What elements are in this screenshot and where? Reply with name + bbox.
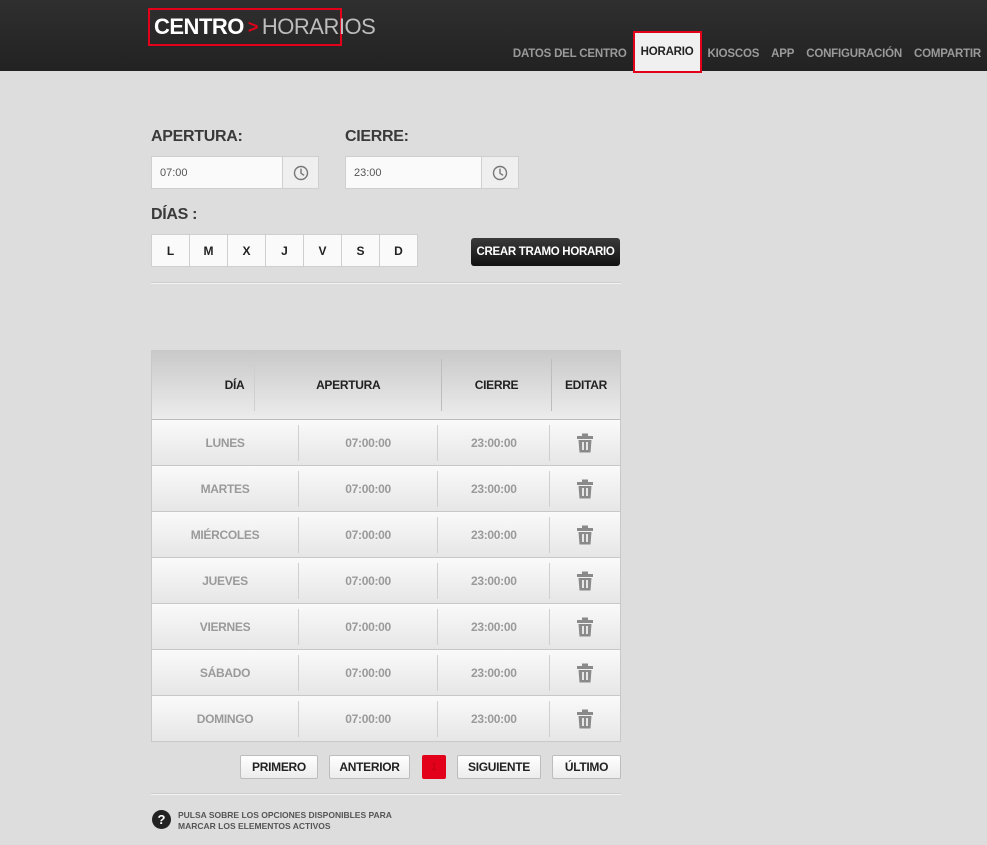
column-header-dia: DÍA xyxy=(152,359,256,411)
help-note: ? PULSA SOBRE LOS OPCIONES DISPONIBLES P… xyxy=(152,810,408,832)
trash-icon xyxy=(577,709,594,728)
trash-icon xyxy=(577,479,594,498)
clock-icon xyxy=(492,165,508,180)
create-time-slot-button[interactable]: CREAR TRAMO HORARIO xyxy=(471,238,620,266)
cell-cierre: 23:00:00 xyxy=(438,470,551,507)
cierre-label: CIERRE: xyxy=(345,128,409,145)
day-button-d[interactable]: D xyxy=(380,235,417,266)
day-button-s[interactable]: S xyxy=(342,235,380,266)
cell-dia: MIÉRCOLES xyxy=(152,516,300,553)
cell-dia: LUNES xyxy=(152,424,300,461)
cell-dia: DOMINGO xyxy=(152,700,300,737)
cell-cierre: 23:00:00 xyxy=(438,516,551,553)
column-header-apertura: APERTURA xyxy=(255,359,441,411)
trash-icon xyxy=(577,525,594,544)
column-header-editar: EDITAR xyxy=(564,378,607,392)
cell-cierre: 23:00:00 xyxy=(438,562,551,599)
cell-cierre: 23:00:00 xyxy=(438,700,551,737)
table-row[interactable]: JUEVES 07:00:00 23:00:00 xyxy=(152,558,620,604)
trash-icon xyxy=(577,571,594,590)
day-button-j[interactable]: J xyxy=(266,235,304,266)
cell-cierre: 23:00:00 xyxy=(438,424,551,461)
nav-item-datos-del-centro[interactable]: DATOS DEL CENTRO xyxy=(507,48,633,60)
clock-icon xyxy=(293,165,308,180)
cell-dia: MARTES xyxy=(152,470,300,507)
nav-item-compartir[interactable]: COMPARTIR xyxy=(908,48,987,60)
nav-item-horario[interactable]: HORARIO xyxy=(632,31,702,73)
delete-button[interactable] xyxy=(550,609,620,645)
apertura-input[interactable] xyxy=(152,157,282,188)
day-selector: L M X J V S D xyxy=(151,234,418,267)
breadcrumb-root[interactable]: CENTRO xyxy=(154,14,244,40)
cell-apertura: 07:00:00 xyxy=(299,424,439,461)
nav-item-kioscos[interactable]: KIOSCOS xyxy=(702,48,766,60)
day-button-m[interactable]: M xyxy=(190,235,228,266)
apertura-clock-button[interactable] xyxy=(282,157,318,188)
delete-button[interactable] xyxy=(550,471,620,507)
divider xyxy=(151,282,621,284)
table-row[interactable]: DOMINGO 07:00:00 23:00:00 xyxy=(152,696,620,741)
column-header-cierre: CIERRE xyxy=(441,359,552,411)
cierre-field xyxy=(345,156,519,189)
delete-button[interactable] xyxy=(550,701,620,737)
cell-dia: JUEVES xyxy=(152,562,300,599)
delete-button[interactable] xyxy=(550,425,620,461)
cierre-input[interactable] xyxy=(346,157,476,188)
day-button-l[interactable]: L xyxy=(152,235,190,266)
trash-icon xyxy=(577,617,594,636)
cell-apertura: 07:00:00 xyxy=(299,700,439,737)
day-button-x[interactable]: X xyxy=(228,235,266,266)
cierre-clock-button[interactable] xyxy=(481,157,518,188)
column-header-apertura-label: APERTURA xyxy=(316,378,381,392)
cell-apertura: 07:00:00 xyxy=(299,470,439,507)
table-row[interactable]: MIÉRCOLES 07:00:00 23:00:00 xyxy=(152,512,620,558)
help-text: PULSA SOBRE LOS OPCIONES DISPONIBLES PAR… xyxy=(178,810,392,831)
table-body: LUNES 07:00:00 23:00:00 MARTES 07:00:00 23:00… xyxy=(152,420,620,741)
main-nav: DATOS DEL CENTRO HORARIO KIOSCOS APP CON… xyxy=(507,31,987,74)
page-title: HORARIOS xyxy=(261,14,376,39)
divider xyxy=(151,793,621,795)
pagination-current-page[interactable]: 1 xyxy=(422,755,446,779)
chevron-right-icon: > xyxy=(247,16,259,37)
cell-apertura: 07:00:00 xyxy=(299,516,439,553)
top-bar: CENTRO > HORARIOS DATOS DEL CENTRO HORAR… xyxy=(0,0,987,74)
day-button-v[interactable]: V xyxy=(304,235,342,266)
delete-button[interactable] xyxy=(550,517,620,553)
dias-label: DÍAS : xyxy=(151,206,198,223)
cell-apertura: 07:00:00 xyxy=(299,608,439,645)
pagination-last-button[interactable]: ÚLTIMO xyxy=(552,755,621,779)
pagination-next-button[interactable]: SIGUIENTE xyxy=(457,755,541,779)
table-row[interactable]: SÁBADO 07:00:00 23:00:00 xyxy=(152,650,620,696)
cell-apertura: 07:00:00 xyxy=(299,562,439,599)
question-icon: ? xyxy=(152,810,171,829)
cell-dia: SÁBADO xyxy=(152,654,300,691)
table-row[interactable]: MARTES 07:00:00 23:00:00 xyxy=(152,466,620,512)
trash-icon xyxy=(577,663,594,682)
nav-item-app[interactable]: APP xyxy=(765,48,800,60)
delete-button[interactable] xyxy=(550,563,620,599)
pagination-prev-button[interactable]: ANTERIOR xyxy=(329,755,410,779)
cell-cierre: 23:00:00 xyxy=(438,608,551,645)
cell-apertura: 07:00:00 xyxy=(299,654,439,691)
schedule-table: DÍA APERTURA CIERRE EDITAR LUNES 07:00:00… xyxy=(151,350,621,742)
cell-dia: VIERNES xyxy=(152,608,300,645)
breadcrumb: CENTRO > HORARIOS xyxy=(148,8,376,46)
table-header: DÍA APERTURA CIERRE EDITAR xyxy=(152,351,620,420)
trash-icon xyxy=(577,433,594,452)
table-row[interactable]: VIERNES 07:00:00 23:00:00 xyxy=(152,604,620,650)
cell-cierre: 23:00:00 xyxy=(438,654,551,691)
nav-item-configuracion[interactable]: CONFIGURACIÓN xyxy=(800,48,908,60)
delete-button[interactable] xyxy=(550,655,620,691)
pagination-first-button[interactable]: PRIMERO xyxy=(240,755,318,779)
table-row[interactable]: LUNES 07:00:00 23:00:00 xyxy=(152,420,620,466)
apertura-label: APERTURA: xyxy=(151,128,243,145)
apertura-field xyxy=(151,156,319,189)
